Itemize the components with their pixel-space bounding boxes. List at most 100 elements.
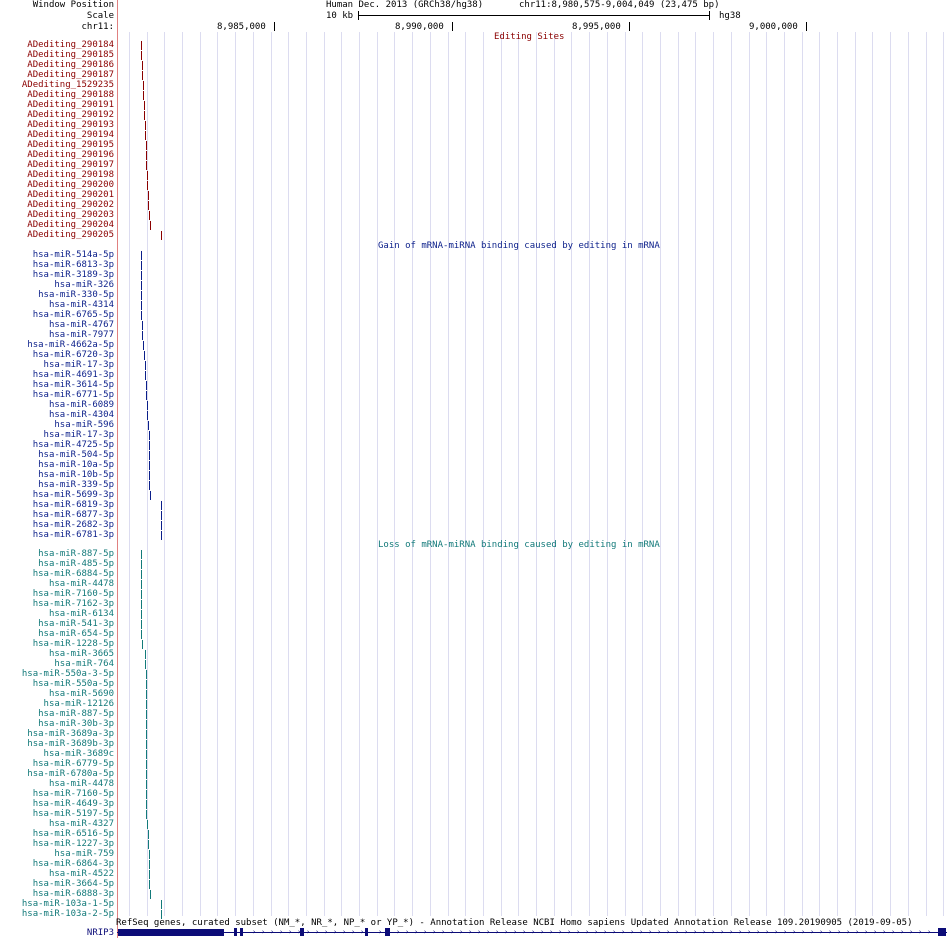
loss-item-label[interactable]: hsa-miR-103a-2-5p <box>22 909 114 919</box>
gain-item-label[interactable]: hsa-miR-3189-3p <box>33 270 114 280</box>
gain-feature[interactable] <box>141 301 142 310</box>
editing-feature[interactable] <box>144 101 145 110</box>
editing-item-label[interactable]: ADediting_290202 <box>27 200 114 210</box>
loss-item-label[interactable]: hsa-miR-541-3p <box>38 619 114 629</box>
gain-feature[interactable] <box>161 531 162 540</box>
editing-feature[interactable] <box>146 141 147 150</box>
editing-feature[interactable] <box>141 51 142 60</box>
gain-item-label[interactable]: hsa-miR-17-3p <box>44 360 114 370</box>
editing-item-label[interactable]: ADediting_290205 <box>27 230 114 240</box>
loss-feature[interactable] <box>146 790 147 799</box>
editing-item-label[interactable]: ADediting_290184 <box>27 40 114 50</box>
editing-feature[interactable] <box>148 201 149 210</box>
loss-item-label[interactable]: hsa-miR-887-5p <box>38 709 114 719</box>
loss-item-label[interactable]: hsa-miR-4522 <box>49 869 114 879</box>
loss-item-label[interactable]: hsa-miR-3689a-3p <box>27 729 114 739</box>
loss-item-label[interactable]: hsa-miR-6134 <box>49 609 114 619</box>
gene-label-nrip3[interactable]: NRIP3 <box>87 928 114 938</box>
gene-exon[interactable] <box>118 929 224 936</box>
gain-item-label[interactable]: hsa-miR-17-3p <box>44 430 114 440</box>
loss-item-label[interactable]: hsa-miR-3665 <box>49 649 114 659</box>
loss-item-label[interactable]: hsa-miR-1227-3p <box>33 839 114 849</box>
gain-feature[interactable] <box>149 431 150 440</box>
editing-item-label[interactable]: ADediting_290204 <box>27 220 114 230</box>
editing-feature[interactable] <box>146 151 147 160</box>
gain-item-label[interactable]: hsa-miR-4725-5p <box>33 440 114 450</box>
loss-feature[interactable] <box>146 810 147 819</box>
gain-item-label[interactable]: hsa-miR-6813-3p <box>33 260 114 270</box>
editing-item-label[interactable]: ADediting_290187 <box>27 70 114 80</box>
loss-item-label[interactable]: hsa-miR-4649-3p <box>33 799 114 809</box>
editing-item-label[interactable]: ADediting_290194 <box>27 130 114 140</box>
gain-feature[interactable] <box>149 471 150 480</box>
loss-item-label[interactable]: hsa-miR-6780a-5p <box>27 769 114 779</box>
gain-item-label[interactable]: hsa-miR-4691-3p <box>33 370 114 380</box>
gain-item-label[interactable]: hsa-miR-6089 <box>49 400 114 410</box>
gain-item-label[interactable]: hsa-miR-6720-3p <box>33 350 114 360</box>
loss-item-label[interactable]: hsa-miR-485-5p <box>38 559 114 569</box>
loss-feature[interactable] <box>161 900 162 909</box>
gain-feature[interactable] <box>147 401 148 410</box>
editing-track-title[interactable]: Editing Sites <box>494 32 564 42</box>
loss-feature[interactable] <box>141 620 142 629</box>
editing-item-label[interactable]: ADediting_290201 <box>27 190 114 200</box>
loss-feature[interactable] <box>149 850 150 859</box>
gain-item-label[interactable]: hsa-miR-326 <box>54 280 114 290</box>
loss-item-label[interactable]: hsa-miR-6864-3p <box>33 859 114 869</box>
editing-feature[interactable] <box>142 61 143 70</box>
loss-item-label[interactable]: hsa-miR-7160-5p <box>33 589 114 599</box>
loss-feature[interactable] <box>149 870 150 879</box>
editing-feature[interactable] <box>143 91 144 100</box>
loss-feature[interactable] <box>141 580 142 589</box>
editing-feature[interactable] <box>145 131 146 140</box>
gain-feature[interactable] <box>161 511 162 520</box>
loss-item-label[interactable]: hsa-miR-550a-3-5p <box>22 669 114 679</box>
gene-exon[interactable] <box>365 928 368 936</box>
gain-feature[interactable] <box>149 481 150 490</box>
loss-feature[interactable] <box>146 700 147 709</box>
gain-item-label[interactable]: hsa-miR-6819-3p <box>33 500 114 510</box>
editing-item-label[interactable]: ADediting_290195 <box>27 140 114 150</box>
loss-item-label[interactable]: hsa-miR-7160-5p <box>33 789 114 799</box>
gain-item-label[interactable]: hsa-miR-7977 <box>49 330 114 340</box>
loss-feature[interactable] <box>141 550 142 559</box>
loss-feature[interactable] <box>146 690 147 699</box>
gain-item-label[interactable]: hsa-miR-10a-5p <box>38 460 114 470</box>
loss-feature[interactable] <box>141 560 142 569</box>
gene-exon[interactable] <box>234 928 237 936</box>
gain-item-label[interactable]: hsa-miR-4304 <box>49 410 114 420</box>
editing-feature[interactable] <box>150 221 151 230</box>
loss-feature[interactable] <box>146 710 147 719</box>
gain-feature[interactable] <box>141 311 142 320</box>
editing-item-label[interactable]: ADediting_290200 <box>27 180 114 190</box>
gain-track-title[interactable]: Gain of mRNA-miRNA binding caused by edi… <box>378 241 660 251</box>
gain-item-label[interactable]: hsa-miR-6771-5p <box>33 390 114 400</box>
loss-item-label[interactable]: hsa-miR-12126 <box>44 699 114 709</box>
gain-feature[interactable] <box>149 461 150 470</box>
editing-item-label[interactable]: ADediting_1529235 <box>22 80 114 90</box>
loss-feature[interactable] <box>148 830 149 839</box>
loss-feature[interactable] <box>150 890 151 899</box>
loss-feature[interactable] <box>149 880 150 889</box>
loss-item-label[interactable]: hsa-miR-550a-5p <box>33 679 114 689</box>
loss-item-label[interactable]: hsa-miR-887-5p <box>38 549 114 559</box>
editing-feature[interactable] <box>142 71 143 80</box>
loss-feature[interactable] <box>141 600 142 609</box>
editing-feature[interactable] <box>149 211 150 220</box>
gain-feature[interactable] <box>142 331 143 340</box>
loss-track-title[interactable]: Loss of mRNA-miRNA binding caused by edi… <box>378 540 660 550</box>
gain-feature[interactable] <box>145 361 146 370</box>
gain-feature[interactable] <box>161 521 162 530</box>
editing-item-label[interactable]: ADediting_290191 <box>27 100 114 110</box>
gain-item-label[interactable]: hsa-miR-330-5p <box>38 290 114 300</box>
loss-feature[interactable] <box>149 860 150 869</box>
loss-item-label[interactable]: hsa-miR-4478 <box>49 579 114 589</box>
editing-feature[interactable] <box>143 81 144 90</box>
loss-feature[interactable] <box>146 800 147 809</box>
gene-exon[interactable] <box>385 928 390 936</box>
editing-feature[interactable] <box>145 121 146 130</box>
loss-feature[interactable] <box>141 630 142 639</box>
loss-feature[interactable] <box>146 680 147 689</box>
loss-item-label[interactable]: hsa-miR-759 <box>54 849 114 859</box>
editing-feature[interactable] <box>148 191 149 200</box>
